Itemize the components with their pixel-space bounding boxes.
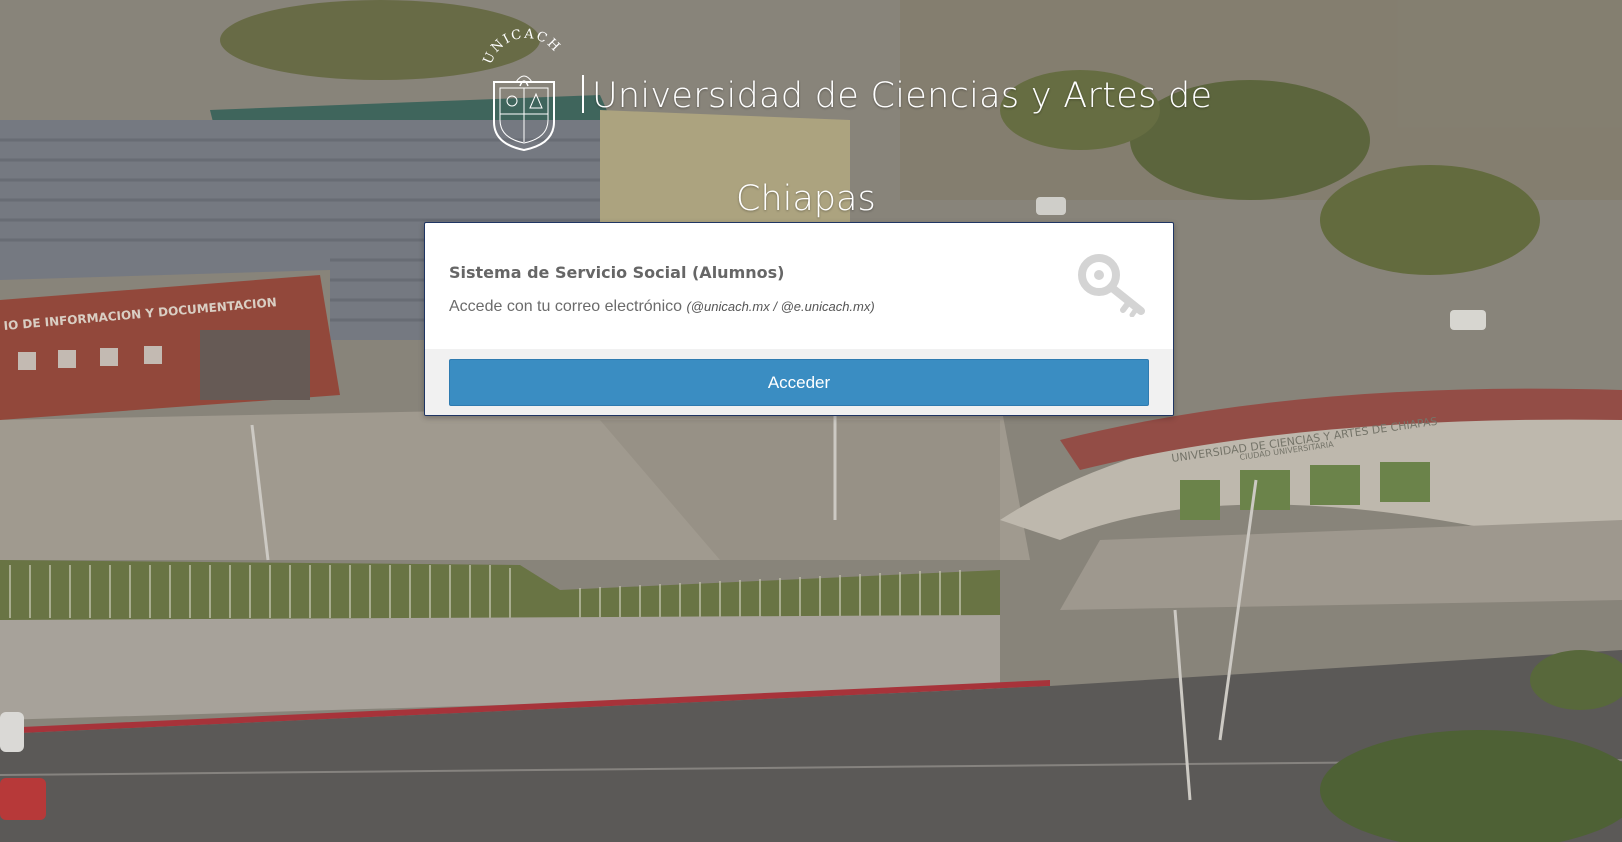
login-card-footer: Acceder xyxy=(425,349,1173,415)
login-card-body: Sistema de Servicio Social (Alumnos) Acc… xyxy=(425,223,1173,349)
login-instructions-text: Accede con tu correo electrónico xyxy=(449,298,683,315)
university-name-line2: Chiapas xyxy=(736,179,876,219)
logo-text: UNICACH xyxy=(481,27,562,67)
unicach-logo: UNICACH xyxy=(480,22,570,152)
email-domains: (@unicach.mx / @e.unicach.mx) xyxy=(686,299,875,314)
title-separator xyxy=(582,75,584,113)
login-card: Sistema de Servicio Social (Alumnos) Acc… xyxy=(424,222,1174,416)
site-header: UNICACH Universidad de Ciencias y Artes … xyxy=(480,22,1213,219)
key-icon xyxy=(1077,251,1149,318)
university-name-line1: Universidad de Ciencias y Artes de xyxy=(582,75,1212,116)
login-button[interactable]: Acceder xyxy=(449,359,1149,406)
svg-text:UNICACH: UNICACH xyxy=(481,27,564,67)
university-name-text: Universidad de Ciencias y Artes de xyxy=(592,76,1213,116)
login-instructions: Accede con tu correo electrónico (@unica… xyxy=(449,298,875,316)
system-title: Sistema de Servicio Social (Alumnos) xyxy=(449,263,785,282)
